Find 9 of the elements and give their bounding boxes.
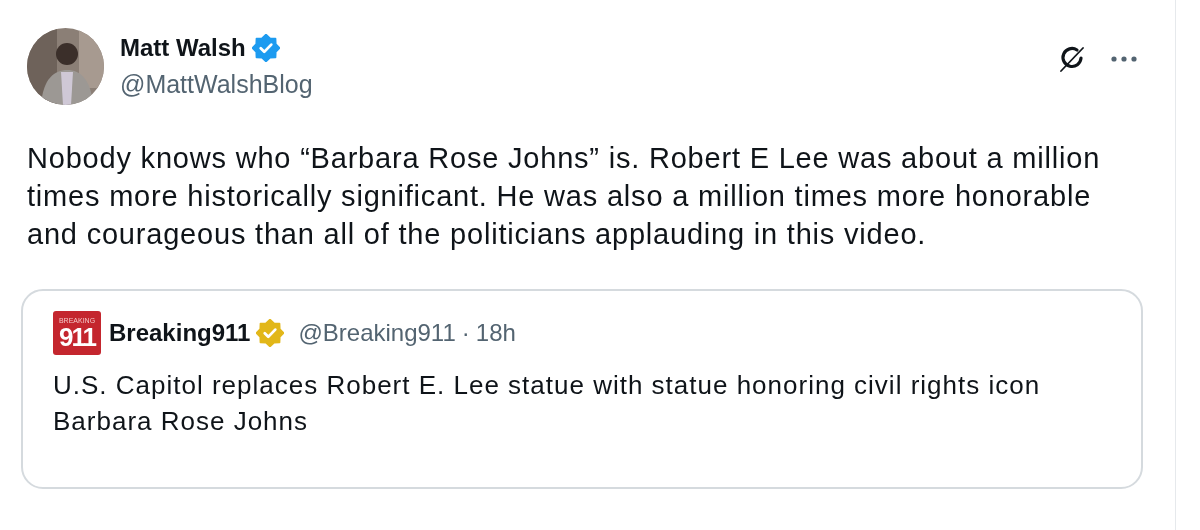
separator: · bbox=[461, 319, 470, 347]
post-time: 18h bbox=[475, 319, 516, 347]
author-name[interactable]: Matt Walsh bbox=[120, 34, 246, 62]
quoted-post-text: U.S. Capitol replaces Robert E. Lee statue with statue honoring civil rights icon Barbara Rose Johns bbox=[53, 369, 1042, 438]
more-icon[interactable] bbox=[1111, 56, 1137, 62]
post-text: Nobody knows who “Barbara Rose Johns” is. Robert E Lee was about a million times more historically significant. He was also a million times more honorable and courageous than all of the politicians applauding in this video. bbox=[27, 141, 1102, 252]
quoted-author-handle: @Breaking911 bbox=[298, 319, 456, 347]
quoted-author-name: Breaking911 bbox=[109, 319, 251, 347]
author-handle[interactable]: @MattWalshBlog bbox=[120, 70, 313, 99]
